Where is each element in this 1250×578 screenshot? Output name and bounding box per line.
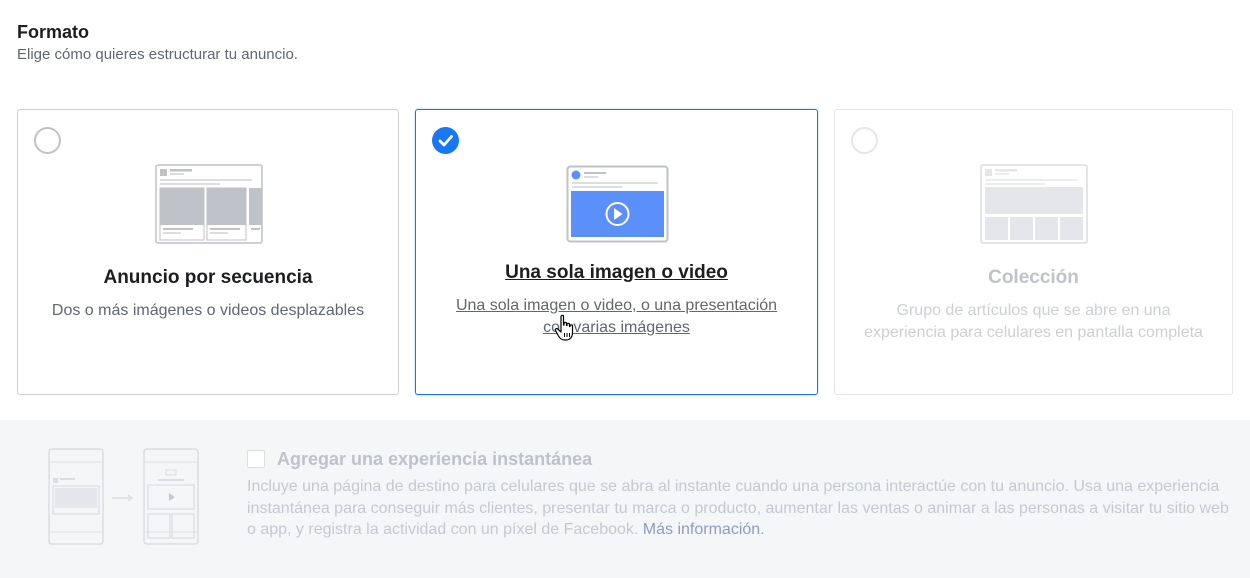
format-card-collection[interactable]: Colección Grupo de artículos que se abre… [834, 109, 1233, 395]
card-description: Dos o más imágenes o videos desplazables [51, 302, 365, 319]
card-title: Anuncio por secuencia [103, 267, 313, 288]
radio-single-image-video[interactable] [432, 127, 459, 154]
collection-icon [980, 164, 1088, 249]
card-title: Colección [988, 267, 1079, 288]
radio-collection[interactable] [851, 127, 878, 154]
format-card-carousel[interactable]: Anuncio por secuencia Dos o más imágenes… [17, 109, 399, 395]
checkmark-icon [438, 135, 453, 147]
section-subtitle: Elige cómo quieres estructurar tu anunci… [17, 46, 298, 63]
more-info-link[interactable]: Más información. [643, 521, 765, 538]
format-options: Anuncio por secuencia Dos o más imágenes… [17, 109, 1233, 395]
card-description: Grupo de artículos que se abre en una ex… [864, 302, 1203, 341]
instant-experience-section: Agregar una experiencia instantánea Incl… [0, 420, 1250, 578]
instant-experience-checkbox[interactable] [247, 450, 265, 468]
single-video-icon [566, 165, 669, 248]
instant-experience-description: Incluye una página de destino para celul… [247, 476, 1237, 541]
carousel-icon [155, 164, 263, 249]
format-card-single-image-video[interactable]: Una sola imagen o video Una sola imagen … [415, 109, 818, 395]
card-title: Una sola imagen o video [505, 262, 728, 283]
hand-pointer-icon [554, 314, 576, 347]
section-title: Formato [17, 22, 89, 42]
instant-experience-title: Agregar una experiencia instantánea [277, 449, 593, 469]
radio-carousel[interactable] [34, 127, 61, 154]
instant-experience-icon [48, 448, 200, 551]
format-header: Formato Elige cómo quieres estructurar t… [17, 22, 298, 65]
card-description: Una sola imagen o video, o una presentac… [455, 297, 778, 336]
